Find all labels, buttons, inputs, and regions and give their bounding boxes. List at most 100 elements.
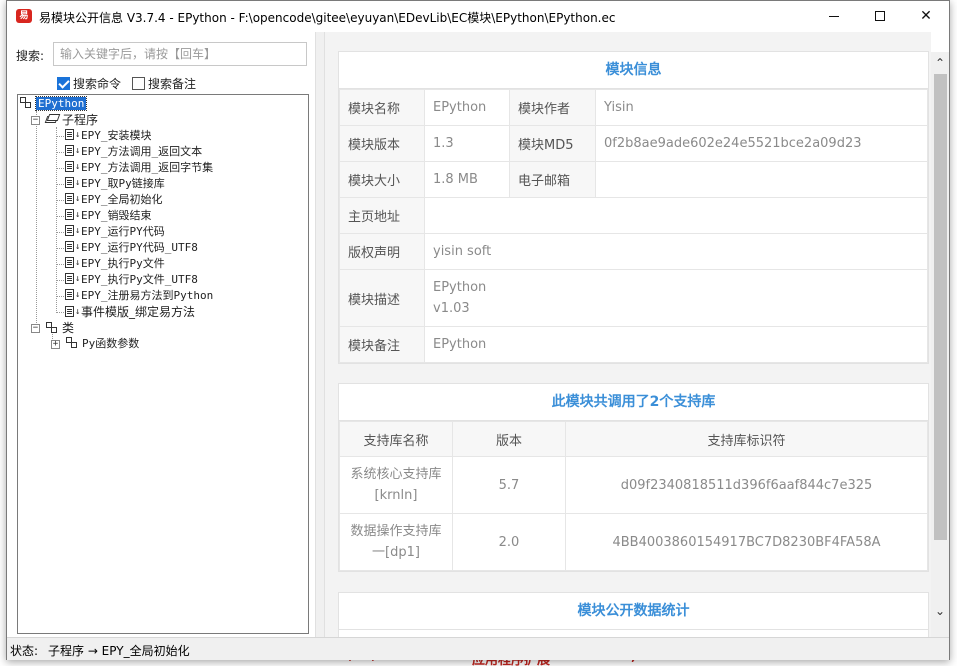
- search-commands-checkbox[interactable]: 搜索命令: [57, 75, 121, 92]
- column-header: 版本: [452, 421, 566, 457]
- module-tree[interactable]: EPython − 子程序 ↓ EPY_安装模块 ↓ EPY_方法调用_返回文本 ↓ EP…: [17, 94, 309, 634]
- minimize-icon: [829, 15, 839, 17]
- module-copyright-value: yisin soft: [424, 233, 928, 270]
- stats-title: 模块公开数据统计: [339, 593, 928, 630]
- tree-subprogram-label: EPY_执行Py文件_UTF8: [81, 273, 198, 286]
- tree-group-subprograms-label: 子程序: [62, 113, 99, 127]
- scroll-down-icon[interactable]: ⌄: [931, 600, 949, 622]
- tree-subprogram-label: 事件模版_绑定易方法: [81, 305, 196, 319]
- status-bar: 状态: 子程序 → EPY_全局初始化: [7, 637, 949, 660]
- tree-connector: [56, 127, 57, 311]
- module-md5-label: 模块MD5: [509, 125, 596, 162]
- module-copyright-label: 版权声明: [339, 233, 425, 270]
- tree-group-subprograms[interactable]: 子程序: [44, 112, 99, 128]
- tree-subprogram-item[interactable]: ↓ EPY_取Py链接库: [65, 176, 165, 192]
- maximize-button[interactable]: [857, 1, 903, 32]
- library-version: 2.0: [452, 513, 566, 571]
- table-row: 模块名称 EPython 模块作者 Yisin: [339, 89, 928, 126]
- tree-connector: [56, 184, 64, 185]
- tree-group-classes[interactable]: 类: [46, 320, 74, 336]
- tree-subprogram-item[interactable]: ↓ EPY_运行PY代码: [65, 224, 165, 240]
- library-name-line: 一[dp1]: [372, 545, 420, 560]
- subprogram-icon: ↓: [65, 225, 80, 237]
- module-author-value: Yisin: [595, 89, 928, 126]
- table-row: 数据操作支持库 一[dp1] 2.0 4BB4003860154917BC7D82…: [339, 513, 928, 571]
- scrollbar-thumb[interactable]: [934, 74, 947, 540]
- tree-class-label: Py函数参数: [82, 337, 140, 350]
- details-panel: 模块信息 模块名称 EPython 模块作者 Yisin 模块版本 1.3 模块…: [325, 32, 931, 637]
- tree-subprogram-label: EPY_销毁结束: [81, 209, 152, 222]
- tree-subprogram-item[interactable]: ↓ EPY_方法调用_返回文本: [65, 144, 202, 160]
- subprogram-icon: ↓: [65, 289, 80, 301]
- close-button[interactable]: ✕: [903, 1, 949, 32]
- tree-subprogram-item[interactable]: ↓ EPY_销毁结束: [65, 208, 152, 224]
- tree-subprogram-item[interactable]: ↓ EPY_执行Py文件_UTF8: [65, 272, 198, 288]
- vertical-scrollbar[interactable]: ⌃ ⌄: [931, 52, 949, 637]
- app-icon: 易: [16, 9, 32, 23]
- column-header: 支持库标识符: [565, 421, 928, 457]
- title-bar[interactable]: 易 易模块公开信息 V3.7.4 - EPython - F:\opencode…: [7, 1, 949, 32]
- table-row: 模块大小 1.8 MB 电子邮箱: [339, 161, 928, 198]
- module-homepage-value: [424, 197, 928, 234]
- table-row: 版权声明 yisin soft: [339, 233, 928, 270]
- module-desc-line: v1.03: [433, 301, 470, 316]
- tree-subprogram-item[interactable]: ↓ EPY_执行Py文件: [65, 256, 165, 272]
- tree-subprogram-label: EPY_运行PY代码_UTF8: [81, 241, 198, 254]
- module-info-table: 模块名称 EPython 模块作者 Yisin 模块版本 1.3 模块MD5 0…: [339, 89, 928, 363]
- library-name-line: [krnln]: [374, 488, 418, 503]
- tree-connector: [56, 264, 64, 265]
- tree-connector: [56, 136, 64, 137]
- tree-subprogram-item[interactable]: ↓ EPY_注册易方法到Python: [65, 288, 213, 304]
- library-id: d09f2340818511d396f6aaf844c7e325: [565, 456, 928, 514]
- subprogram-icon: ↓: [65, 193, 80, 205]
- library-name: 数据操作支持库 一[dp1]: [339, 513, 453, 571]
- stack-icon: [44, 114, 61, 126]
- module-homepage-label: 主页地址: [339, 197, 425, 234]
- table-row: 模块备注 EPython: [339, 326, 928, 363]
- scroll-up-icon[interactable]: ⌃: [931, 52, 949, 74]
- module-name-label: 模块名称: [339, 89, 425, 126]
- tree-root-label[interactable]: EPython: [34, 96, 88, 111]
- class-icon: [66, 337, 79, 349]
- checkbox-checked-icon[interactable]: [57, 77, 70, 90]
- collapse-icon[interactable]: −: [31, 116, 40, 125]
- status-text: 子程序 → EPY_全局初始化: [48, 644, 190, 658]
- search-notes-checkbox[interactable]: 搜索备注: [132, 75, 196, 92]
- tree-subprogram-item[interactable]: ↓ EPY_安装模块: [65, 128, 152, 144]
- tree-subprogram-label: EPY_安装模块: [81, 129, 152, 142]
- tree-subprogram-item[interactable]: ↓ EPY_方法调用_返回字节集: [65, 160, 213, 176]
- subprogram-icon: ↓: [65, 145, 80, 157]
- subprogram-icon: ↓: [65, 257, 80, 269]
- panel-splitter[interactable]: [315, 32, 325, 637]
- tree-subprogram-item[interactable]: ↓ EPY_运行PY代码_UTF8: [65, 240, 198, 256]
- tree-class-item[interactable]: Py函数参数: [66, 336, 139, 352]
- table-row: 模块描述 EPython v1.03: [339, 269, 928, 327]
- subprogram-icon: ↓: [65, 273, 80, 285]
- tree-subprogram-label: EPY_全局初始化: [81, 193, 163, 206]
- module-md5-value: 0f2b8ae9ade602e24e5521bce2a09d23: [595, 125, 928, 162]
- tree-subprogram-item[interactable]: ↓ 事件模版_绑定易方法: [65, 304, 195, 320]
- tree-connector: [56, 200, 64, 201]
- module-size-label: 模块大小: [339, 161, 425, 198]
- status-label: 状态:: [10, 644, 39, 658]
- tree-subprogram-item[interactable]: ↓ EPY_全局初始化: [65, 192, 163, 208]
- module-version-label: 模块版本: [339, 125, 425, 162]
- collapse-icon[interactable]: −: [31, 324, 40, 333]
- class-icon: [46, 322, 59, 334]
- libraries-table: 支持库名称 版本 支持库标识符 系统核心支持库 [krnln] 5.7 d09f2…: [339, 421, 928, 571]
- tree-subprogram-label: EPY_执行Py文件: [81, 257, 165, 270]
- expand-icon[interactable]: +: [51, 340, 60, 349]
- tree-subprogram-label: EPY_取Py链接库: [81, 177, 165, 190]
- module-desc-line: EPython: [433, 280, 487, 295]
- search-input[interactable]: [53, 42, 307, 66]
- checkbox-unchecked-icon[interactable]: [132, 77, 145, 90]
- search-commands-label: 搜索命令: [73, 77, 122, 91]
- module-name-value: EPython: [424, 89, 510, 126]
- stats-card: 模块公开数据统计: [338, 592, 929, 637]
- tree-connector: [56, 168, 64, 169]
- tree-connector: [56, 280, 64, 281]
- subprogram-icon: ↓: [65, 306, 80, 318]
- library-name-line: 系统核心支持库: [350, 467, 442, 482]
- tree-root[interactable]: EPython: [20, 96, 88, 112]
- minimize-button[interactable]: [811, 1, 857, 32]
